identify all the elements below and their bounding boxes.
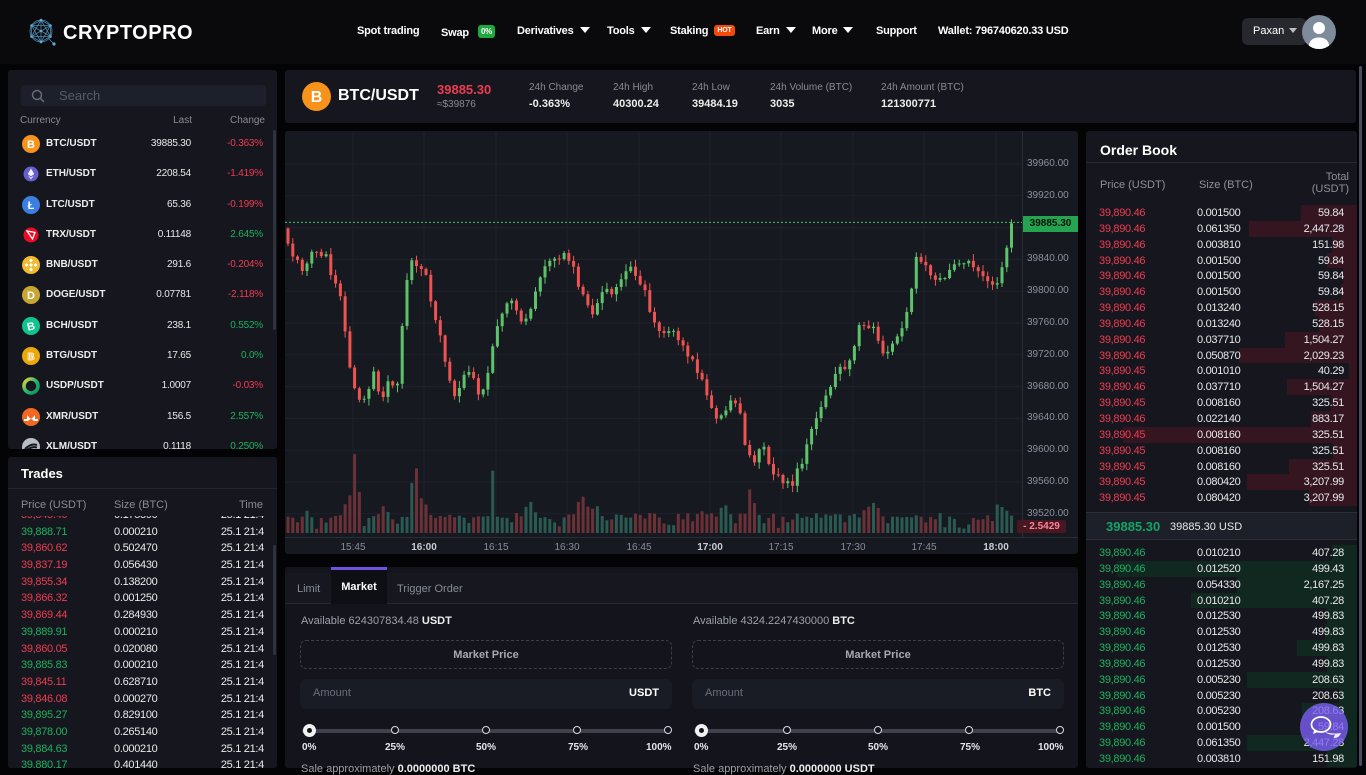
svg-text:B: B xyxy=(27,139,35,151)
svg-text:Ł: Ł xyxy=(28,200,35,212)
svg-text:B: B xyxy=(27,352,34,363)
svg-text:D: D xyxy=(27,290,35,302)
svg-text:B: B xyxy=(311,89,323,106)
